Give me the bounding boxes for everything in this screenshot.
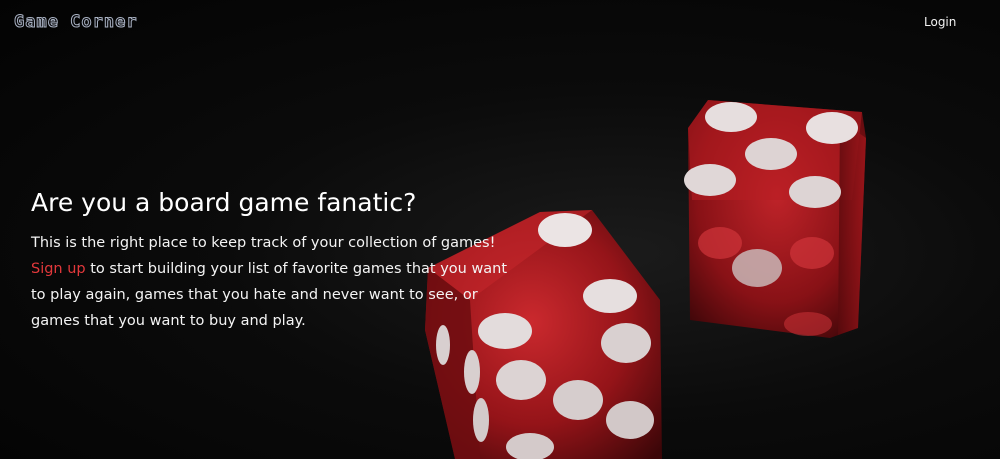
site-logo[interactable]: Game Corner (14, 12, 138, 33)
login-link[interactable]: Login (924, 15, 956, 29)
signup-link[interactable]: Sign up (31, 261, 86, 277)
hero-title: Are you a board game fanatic? (31, 188, 417, 217)
hero-intro: This is the right place to keep track of… (31, 235, 496, 251)
hero-description: This is the right place to keep track of… (31, 230, 511, 334)
hero-section: Are you a board game fanatic? This is th… (31, 186, 511, 334)
hero-body-text: to start building your list of favorite … (31, 261, 508, 329)
back-die (684, 100, 866, 338)
navbar: Game Corner Login (0, 0, 1000, 46)
